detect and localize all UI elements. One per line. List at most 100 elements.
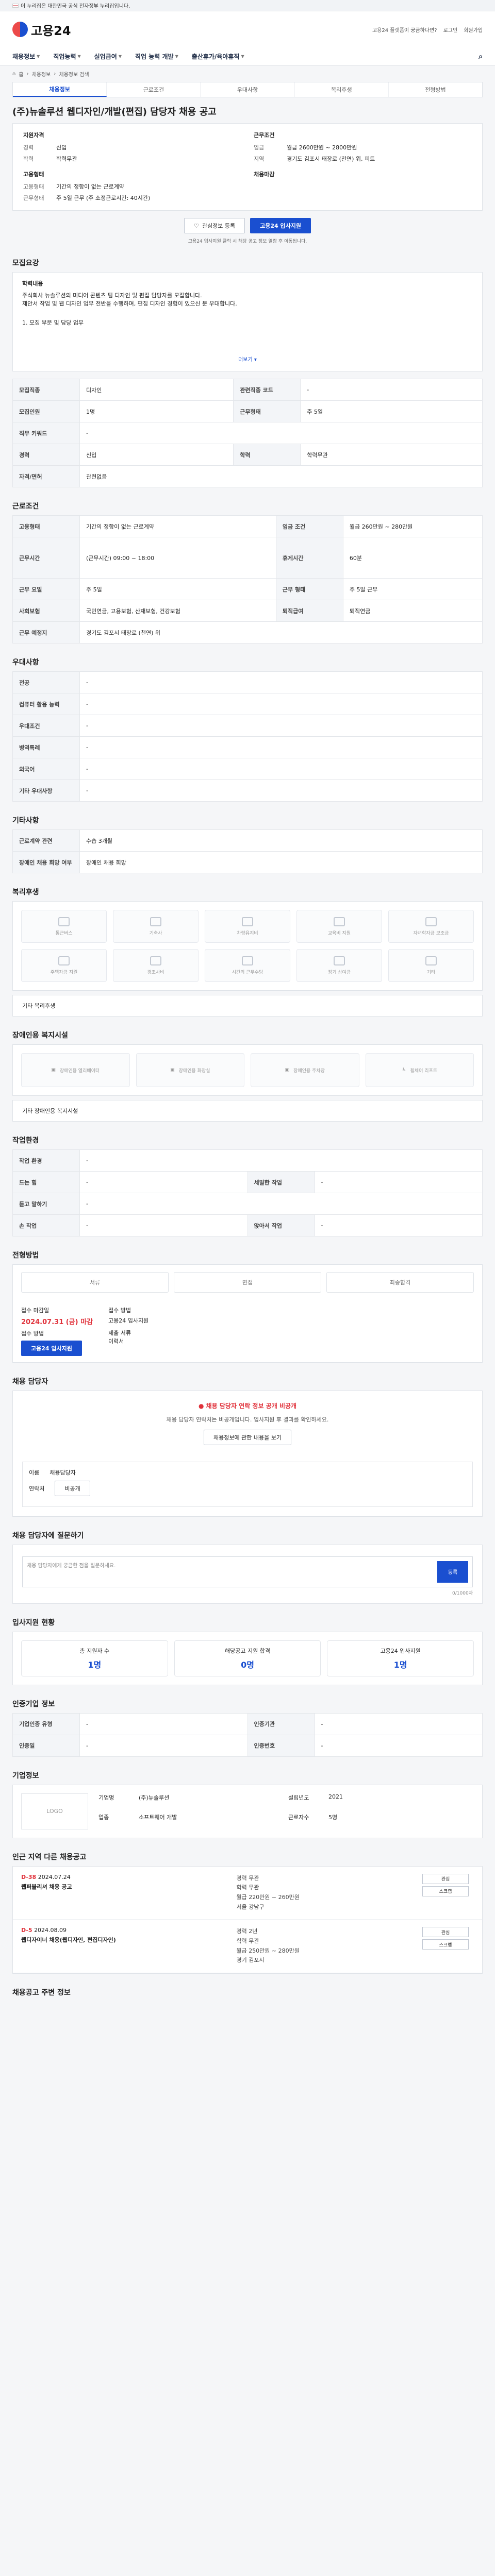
disabled-item: ▣ 장애인용 엘리베이터 (21, 1053, 130, 1087)
stat-total: 총 지원자 수 1명 (21, 1640, 168, 1676)
disabled-item: ▣ 장애인용 화장실 (136, 1053, 244, 1087)
disabled-etc: 기타 장애인용 복지시설 (12, 1100, 483, 1122)
company-box: LOGO 기업명 (주)뉴솔루션 설립년도 2021 업종 소프트웨어 개발 근로자수… (12, 1784, 483, 1838)
parking-icon: ▣ (285, 1067, 290, 1073)
apply-button-2[interactable]: 고용24 입사지원 (21, 1341, 82, 1356)
header-link-login[interactable]: 로그인 (443, 26, 458, 33)
tab-preference[interactable]: 우대사항 (201, 82, 295, 97)
welfare-item: 시간외 근무수당 (205, 949, 290, 982)
welfare-item: 정기 상여금 (296, 949, 382, 982)
home-icon[interactable]: ⌂ (12, 71, 15, 77)
logo-text: 고용24 (31, 23, 71, 38)
section-conditions: 근로조건 (12, 502, 39, 511)
logo-mark-icon (12, 22, 28, 37)
tab-recruit[interactable]: 채용정보 (13, 82, 107, 97)
crumb-home[interactable]: 홈 (19, 70, 23, 78)
header-link-about[interactable]: 고용24 플랫폼이 궁금하다면? (372, 26, 437, 33)
preference-table: 전공 - 컴퓨터 활용 능력 - 우대조건 - 병역특례 - 외국어 - 기타 우대사항 - (12, 671, 483, 802)
nav-item-leave[interactable]: 출산휴가/육아휴직 ▼ (192, 52, 244, 61)
step-interview: 면접 (174, 1272, 321, 1293)
clock-icon (242, 956, 253, 965)
welfare-item: 차량유지비 (205, 910, 290, 943)
other-table: 근로계약 관련 수습 3개월 장애인 채용 희망 여부 장애인 채용 희망 (12, 829, 483, 873)
welfare-item: 자녀학자금 보조금 (388, 910, 474, 943)
nav-item-unemployment[interactable]: 실업급여 ▼ (94, 52, 122, 61)
list-item[interactable]: D-5 2024.08.09 웹디자이너 채용(웹디자인, 편집디자인) 경력 2… (13, 1920, 482, 1974)
welfare-box: 통근버스 기숙사 차량유지비 교육비 지원 자녀학자금 보조금 주택자금 지원 … (12, 901, 483, 991)
education-icon (334, 917, 345, 926)
tab-selection[interactable]: 전형방법 (389, 82, 482, 97)
elevator-icon: ▣ (51, 1067, 56, 1073)
submit-button[interactable]: 등록 (437, 1561, 468, 1583)
page-title: (주)뉴솔루션 웹디자인/개발(편집) 담당자 채용 공고 (12, 107, 217, 117)
etc-icon (425, 956, 437, 965)
step-final: 최종합격 (326, 1272, 474, 1293)
welfare-item: 기숙사 (113, 910, 199, 943)
chevron-down-icon: ▼ (37, 54, 40, 59)
apply-note: 고용24 입사지원 클릭 시 해당 공고 정보 열람 후 이동됩니다. (188, 239, 307, 244)
welfare-item: 통근버스 (21, 910, 107, 943)
stat-pass: 해당공고 지원 합격 0명 (174, 1640, 321, 1676)
chevron-down-icon: ▼ (175, 54, 178, 59)
workenv-table: 작업 환경 - 드는 힘 - 세밀한 작업 - 듣고 말하기 - 손 작업 - 앉아서 작업 - (12, 1149, 483, 1236)
section-company: 기업정보 (12, 1771, 39, 1780)
welfare-item: 주택자금 지원 (21, 949, 107, 982)
disabled-item: ▣ 장애인용 주차장 (251, 1053, 359, 1087)
chevron-down-icon: ▼ (118, 54, 122, 59)
related-list: D-38 2024.07.24 웹퍼블리셔 채용 공고 경력 무관 학력 무관 월급 … (12, 1866, 483, 1974)
section-other: 기타사항 (12, 817, 39, 825)
heart-icon: ♡ (194, 222, 199, 229)
tab-conditions[interactable]: 근로조건 (107, 82, 201, 97)
section-preference: 우대사항 (12, 658, 39, 667)
crumb-jobs[interactable]: 채용정보 (32, 70, 51, 78)
welfare-item: 교육비 지원 (296, 910, 382, 943)
expand-button[interactable]: 더보기 ▾ (22, 356, 473, 364)
section-welfare: 복리후생 (12, 888, 39, 896)
crumb-search[interactable]: 채용정보 검색 (59, 70, 89, 78)
welfare-item: 기타 (388, 949, 474, 982)
welfare-item: 경조사비 (113, 949, 199, 982)
corp-table: 기업인증 유형 - 인증기관 - 인증일 - 인증번호 - (12, 1713, 483, 1757)
tab-welfare[interactable]: 복리후생 (295, 82, 389, 97)
counsel-link-button[interactable]: 채용정보에 관한 내용을 보기 (204, 1429, 291, 1445)
list-item[interactable]: D-38 2024.07.24 웹퍼블리셔 채용 공고 경력 무관 학력 무관 월급 … (13, 1867, 482, 1920)
bookmark-button[interactable]: ♡ 관심정보 등록 (184, 218, 245, 233)
section-selection: 전형방법 (12, 1251, 39, 1260)
chevron-down-icon: ▼ (241, 54, 244, 59)
flag-icon (12, 3, 19, 8)
dorm-icon (150, 917, 161, 926)
section-disabled: 장애인용 복지시설 (12, 1031, 68, 1040)
section-corp-info: 인증기업 정보 (12, 1700, 55, 1708)
nav-item-jobs[interactable]: 채용정보 ▼ (12, 52, 40, 61)
section-near: 채용공고 주변 정보 (12, 1989, 71, 1997)
stats-box: 총 지원자 수 1명 해당공고 지원 합격 0명 고용24 입사지원 1명 (12, 1631, 483, 1685)
disabled-item: ♿ 휠체어 리프트 (365, 1053, 474, 1087)
alert-icon: ● (198, 1402, 204, 1410)
gift-icon (150, 956, 161, 965)
step-doc: 서류 (21, 1272, 169, 1293)
job-summary: 지원자격 경력 신입 학력 학력무관 고용형태 고용형태 기간의 정함이 없는 근로계… (12, 123, 483, 211)
section-tabs: 채용정보 근로조건 우대사항 복리후생 전형방법 (12, 82, 483, 97)
apply-button[interactable]: 고용24 입사지원 (250, 218, 311, 233)
summary-left-title: 지원자격 (23, 132, 44, 139)
nav-item-skills[interactable]: 직업능력 ▼ (53, 52, 80, 61)
gov-notice: 이 누리집은 대한민국 공식 전자정부 누리집입니다. (21, 4, 130, 9)
counsel-alert: ● 채용 담당자 연락 정보 공개 비공개 (198, 1402, 297, 1410)
selection-box: 서류 면접 최종합격 접수 마감일 2024.07.31 (금) 마감 접수 방… (12, 1264, 483, 1363)
wheelchair-icon: ♿ (402, 1067, 406, 1073)
chevron-down-icon: ▼ (77, 54, 81, 59)
recruit-table: 모집직종 디자인 관련직종 코드 - 모집인원 1명 근무형태 주 5일 직무 키워드 - 경… (12, 379, 483, 487)
stat-apply: 고용24 입사지원 1명 (327, 1640, 474, 1676)
section-qna: 채용 담당자에 질문하기 (12, 1531, 84, 1540)
qna-textarea[interactable]: 채용 담당자에게 궁금한 점을 질문하세요. 등록 (22, 1556, 473, 1587)
apply-info: 접수 마감일 2024.07.31 (금) 마감 접수 방법 고용24 입사지원… (13, 1300, 482, 1362)
counsel-box: ● 채용 담당자 연락 정보 공개 비공개 채용 담당자 연락처는 비공개입니다… (12, 1391, 483, 1517)
section-stats: 입사지원 현황 (12, 1618, 55, 1627)
toilet-icon: ▣ (170, 1067, 175, 1073)
nav-item-training[interactable]: 직업 능력 개발 ▼ (135, 52, 178, 61)
gov-banner: 이 누리집은 대한민국 공식 전자정부 누리집입니다. (0, 0, 495, 11)
house-icon (58, 956, 70, 965)
header-link-signup[interactable]: 회원가입 (464, 26, 483, 33)
search-icon[interactable]: ⌕ (478, 53, 483, 61)
site-logo[interactable]: 고용24 (12, 21, 71, 39)
